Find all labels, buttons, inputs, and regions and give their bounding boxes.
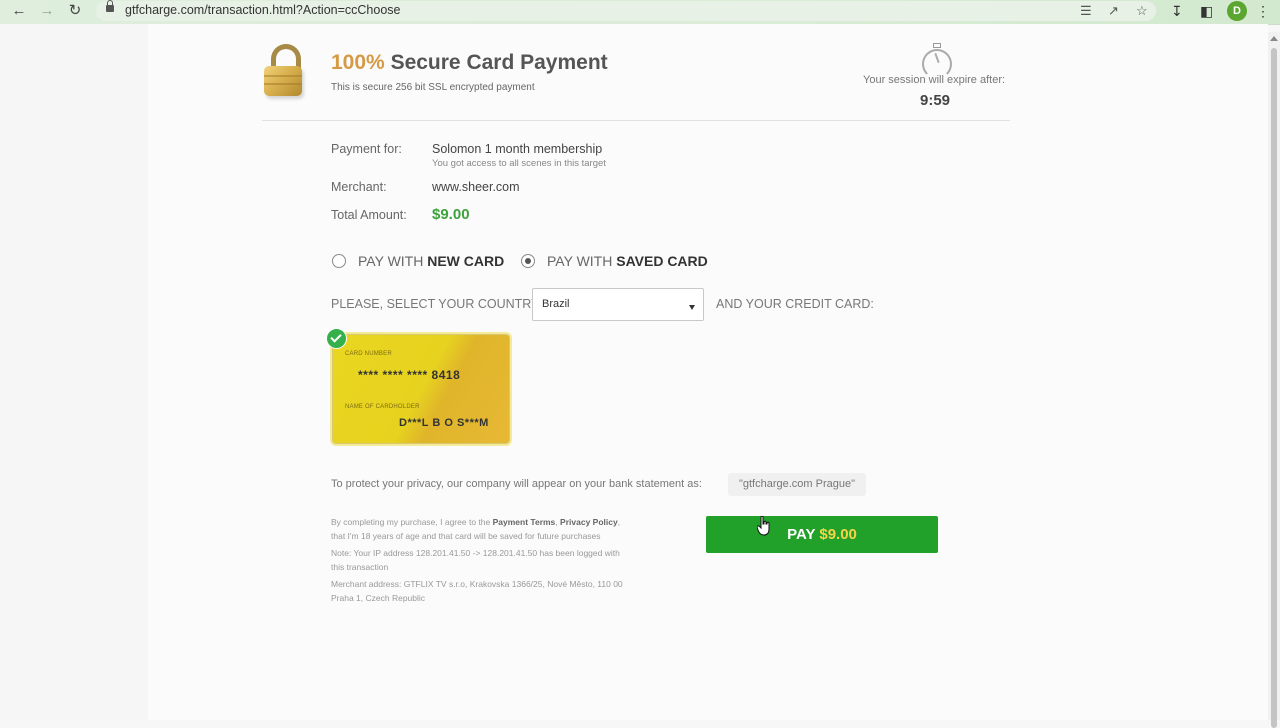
header-divider	[262, 120, 1010, 121]
lock-icon[interactable]	[106, 0, 114, 12]
fine-print-line-6: Praha 1, Czech Republic	[331, 593, 426, 603]
payment-for-note: You got access to all scenes in this tar…	[432, 158, 606, 169]
card-number-caption: CARD NUMBER	[345, 351, 392, 357]
share-icon[interactable]: ↗	[1108, 3, 1119, 19]
forward-arrow-icon[interactable]: →	[37, 2, 57, 20]
payment-for-label: Payment for:	[331, 142, 402, 156]
session-label: Your session will expire after:	[863, 74, 1006, 86]
saved-card-option-label[interactable]: PAY WITH SAVED CARD	[547, 253, 708, 269]
reload-icon[interactable]: ↻	[65, 2, 85, 20]
payment-terms-link[interactable]: Payment Terms	[493, 517, 556, 527]
saved-credit-card[interactable]: CARD NUMBER **** **** **** 8418 NAME OF …	[332, 334, 510, 444]
payment-for-value: Solomon 1 month membership	[432, 142, 603, 156]
stopwatch-icon	[919, 43, 953, 79]
bank-statement-descriptor: "gtfcharge.com Prague"	[728, 473, 866, 496]
fine-print-line-3: Note: Your IP address 128.201.41.50 -> 1…	[331, 548, 620, 558]
menu-kebab-icon[interactable]: ⋮	[1256, 2, 1270, 20]
fine-print-line-2: that I'm 18 years of age and that card w…	[331, 531, 601, 541]
address-bar[interactable]: gtfcharge.com/transaction.html?Action=cc…	[96, 0, 1156, 21]
country-select-value: Brazil	[542, 298, 570, 310]
side-panel-icon[interactable]: ◧	[1200, 2, 1213, 20]
check-icon	[326, 328, 347, 349]
privacy-policy-link[interactable]: Privacy Policy	[560, 517, 618, 527]
pay-button-label: PAY	[787, 526, 816, 543]
session-timer: 9:59	[920, 92, 951, 109]
fine-print-sep: ,	[555, 517, 558, 527]
page-title: 100% Secure Card Payment	[331, 51, 608, 75]
vertical-scrollbar[interactable]	[1268, 32, 1280, 728]
profile-avatar[interactable]: D	[1227, 1, 1247, 21]
hand-cursor-icon	[757, 516, 770, 536]
translate-icon[interactable]: ☰	[1080, 3, 1092, 19]
new-card-radio[interactable]	[332, 254, 346, 268]
saved-card-bold: SAVED CARD	[616, 253, 708, 269]
total-amount-value: $9.00	[432, 206, 470, 223]
card-number: **** **** **** 8418	[358, 368, 461, 382]
pay-button-amount: $9.00	[819, 526, 857, 543]
page-subtitle: This is secure 256 bit SSL encrypted pay…	[331, 82, 535, 93]
cardholder-name: D***L B O S***M	[399, 417, 489, 429]
scroll-thumb[interactable]	[1271, 48, 1277, 728]
fine-print-line-4: this transaction	[331, 562, 389, 572]
scroll-up-icon[interactable]	[1270, 36, 1278, 41]
fine-print-agree: By completing my purchase, I agree to th…	[331, 517, 491, 527]
back-arrow-icon[interactable]: ←	[9, 2, 29, 20]
new-card-bold: NEW CARD	[427, 253, 505, 269]
saved-card-prefix: PAY WITH	[547, 253, 613, 269]
merchant-value: www.sheer.com	[432, 180, 520, 194]
pay-button[interactable]: PAY $9.00	[706, 516, 938, 553]
new-card-option-label[interactable]: PAY WITH NEW CARD	[358, 253, 504, 269]
country-select[interactable]: Brazil	[532, 288, 704, 321]
download-icon[interactable]: ↧	[1171, 2, 1183, 20]
saved-card-radio[interactable]	[521, 254, 535, 268]
fine-print-line-5: Merchant address: GTFLIX TV s.r.o, Krako…	[331, 579, 623, 589]
credit-card-label: AND YOUR CREDIT CARD:	[716, 297, 874, 311]
fine-print-end: ,	[617, 517, 621, 527]
payment-page	[148, 24, 1268, 720]
chevron-down-icon	[689, 305, 695, 310]
title-percent: 100%	[331, 51, 385, 74]
fine-print-line-1: By completing my purchase, I agree to th…	[331, 517, 620, 527]
bookmark-star-icon[interactable]: ☆	[1136, 3, 1148, 19]
privacy-text: To protect your privacy, our company wil…	[331, 478, 702, 490]
browser-toolbar: ← → ↻ gtfcharge.com/transaction.html?Act…	[0, 0, 1280, 25]
country-label: PLEASE, SELECT YOUR COUNTRY	[331, 297, 540, 311]
padlock-icon	[262, 44, 308, 100]
title-text: Secure Card Payment	[390, 51, 608, 74]
total-amount-label: Total Amount:	[331, 208, 407, 222]
new-card-prefix: PAY WITH	[358, 253, 424, 269]
url-text[interactable]: gtfcharge.com/transaction.html?Action=cc…	[125, 3, 401, 17]
cardholder-caption: NAME OF CARDHOLDER	[345, 404, 420, 410]
merchant-label: Merchant:	[331, 180, 387, 194]
page-background	[0, 24, 148, 720]
